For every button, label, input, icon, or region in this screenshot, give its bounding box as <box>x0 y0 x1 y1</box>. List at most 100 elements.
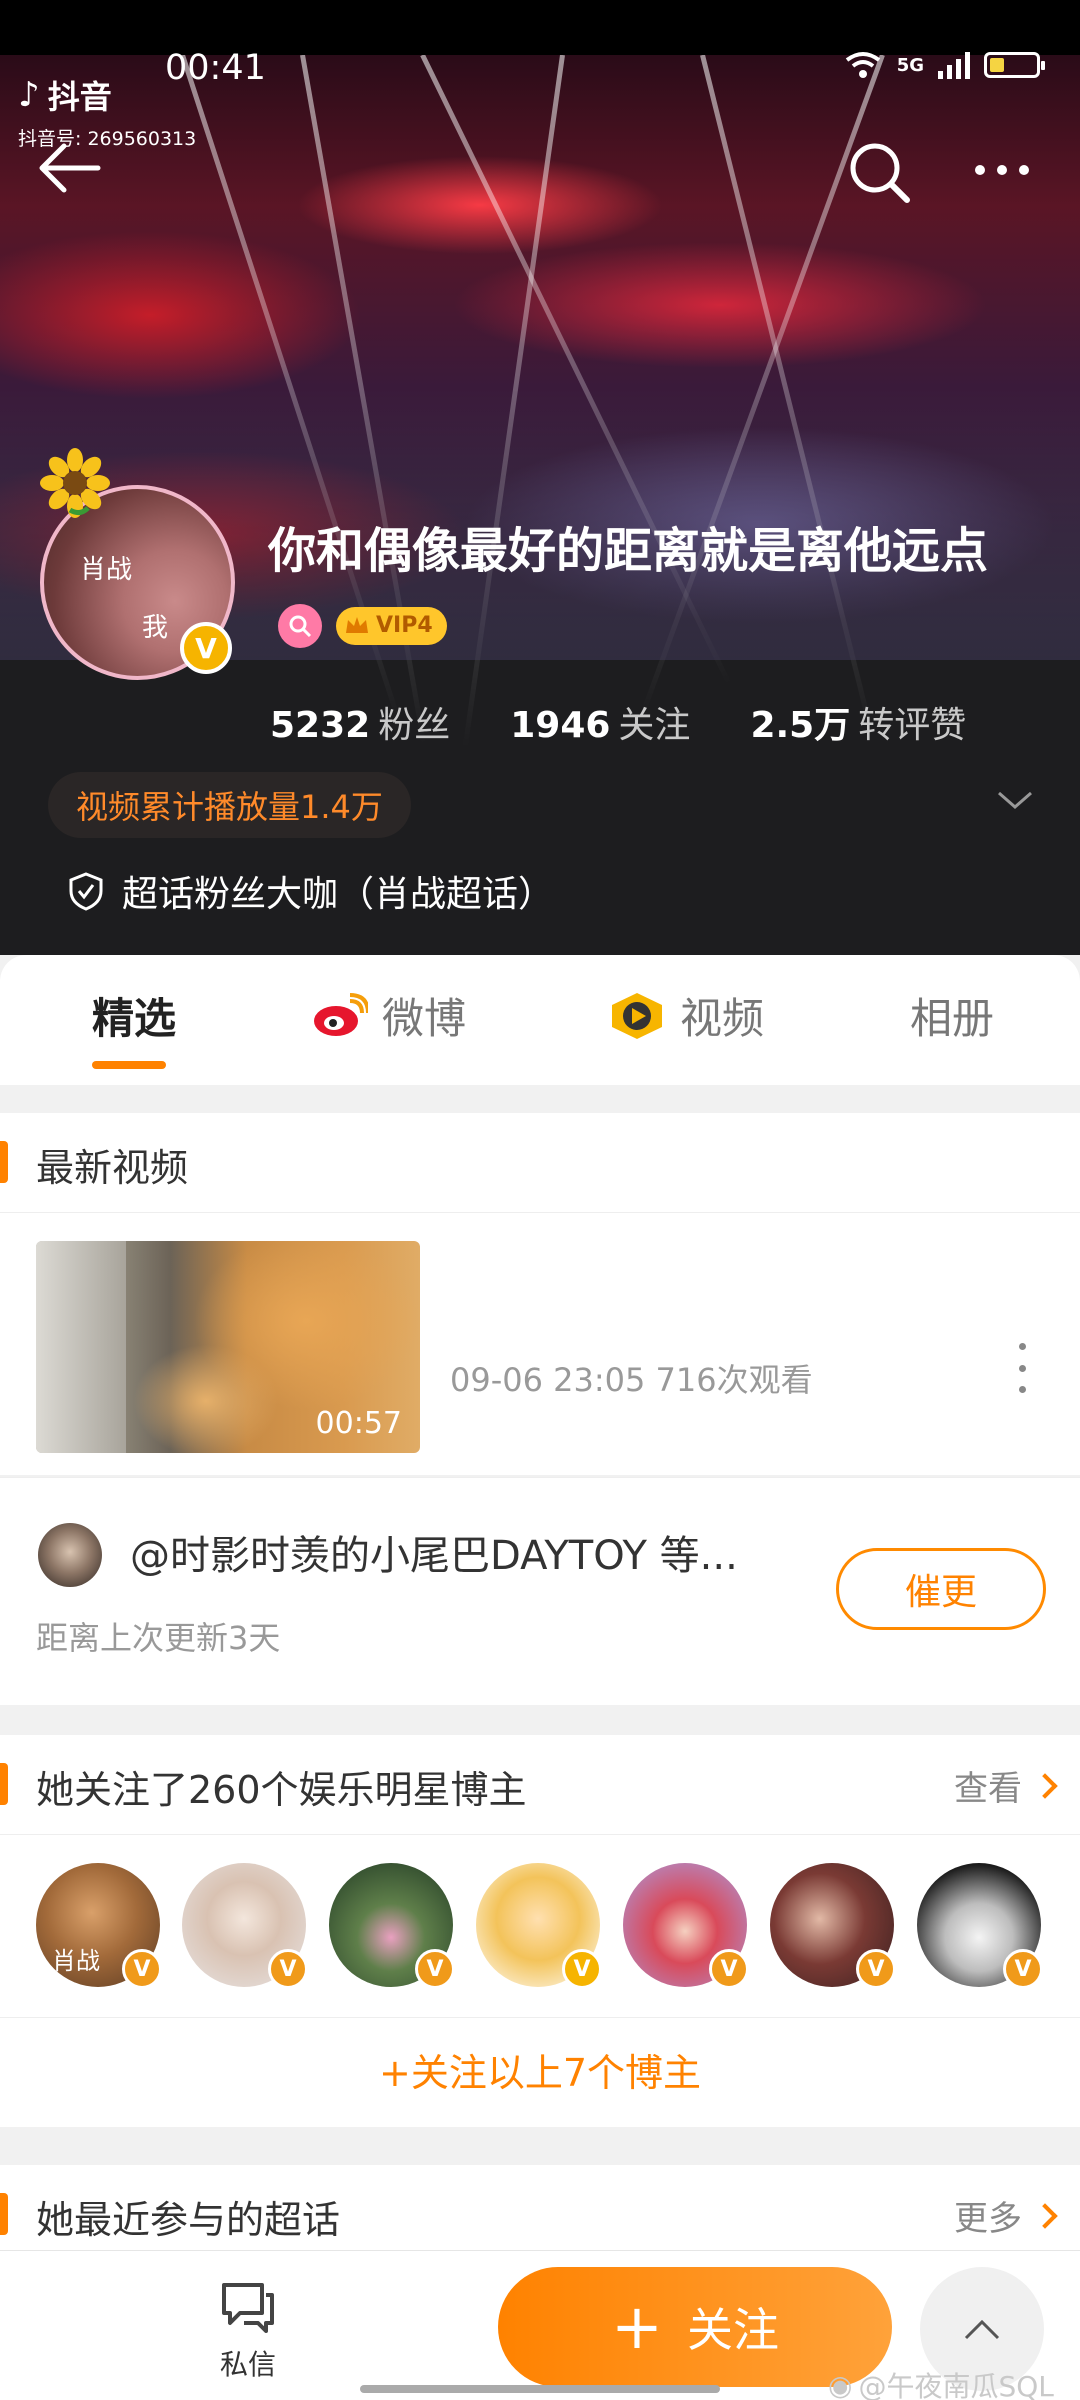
view-more-link[interactable]: 查看 <box>954 1761 1058 1810</box>
reminder-text: @时影时羡的小尾巴DAYTOY 等... <box>130 1533 738 1579</box>
avatar[interactable]: V <box>329 1863 455 1989</box>
battery-icon <box>984 52 1045 78</box>
watermark-text: @午夜南瓜SQL <box>858 2370 1054 2400</box>
tab-video[interactable]: 视频 <box>608 985 764 1046</box>
avatar[interactable] <box>38 1523 102 1587</box>
follow-all-button[interactable]: +关注以上7个博主 <box>0 2017 1080 2127</box>
video-icon <box>612 992 662 1039</box>
verified-badge-icon: V <box>562 1949 602 1989</box>
chevron-down-icon[interactable] <box>995 785 1035 815</box>
stat-label: 关注 <box>618 705 691 746</box>
verified-badge-icon: V <box>268 1949 308 1989</box>
section-title: 最新视频 <box>36 1146 189 1190</box>
verified-badge-icon: V <box>122 1949 162 1989</box>
video-more-button[interactable] <box>1012 1343 1032 1393</box>
plus-icon: + <box>611 2290 663 2363</box>
update-reminder: @时影时羡的小尾巴DAYTOY 等... 距离上次更新3天 催更 <box>0 1477 1080 1705</box>
stat-value: 1946 <box>510 705 611 746</box>
avatar[interactable]: V <box>623 1863 749 1989</box>
crown-icon <box>346 617 368 633</box>
verified-badge-icon: V <box>180 622 232 674</box>
weibo-watermark: ◉ @午夜南瓜SQL <box>828 2365 1054 2400</box>
profile-header: 00:41 5G ♪ 抖音 抖音号: 269560313 肖战 我 V 你和偶像… <box>0 0 1080 955</box>
douyin-app-name: 抖音 <box>47 78 112 116</box>
chevron-right-icon <box>1032 1772 1058 1799</box>
more-options-button[interactable] <box>975 150 1050 190</box>
view-more-label: 更多 <box>954 2199 1022 2239</box>
chevron-right-icon <box>1032 2202 1058 2229</box>
supertopic-badge[interactable]: 超话粉丝大咖（肖战超话） <box>68 865 554 917</box>
status-bar <box>0 0 1080 55</box>
network-label: 5G <box>896 54 924 76</box>
section-header: 她最近参与的超话 更多 <box>0 2165 1080 2250</box>
urge-update-button[interactable]: 催更 <box>836 1548 1046 1630</box>
tab-featured[interactable]: 精选 <box>92 985 176 1046</box>
avatar-text: 肖战 <box>80 555 133 585</box>
verified-badge-icon: V <box>1003 1949 1043 1989</box>
section-accent <box>0 1763 8 1805</box>
message-button[interactable]: 私信 <box>208 2281 288 2383</box>
avatar[interactable]: V <box>182 1863 308 1989</box>
video-meta: 09-06 23:05 716次观看 <box>450 1361 813 1399</box>
tab-label: 精选 <box>92 994 177 1043</box>
supertopics-section: 她最近参与的超话 更多 <box>0 2165 1080 2250</box>
tab-label: 相册 <box>910 994 995 1043</box>
chevron-up-icon <box>964 2319 1000 2340</box>
status-icons: 5G <box>843 50 1045 80</box>
section-header: 她关注了260个娱乐明星博主 查看 <box>0 1735 1080 1835</box>
dot-icon <box>975 165 985 175</box>
avatar[interactable]: V <box>770 1863 896 1989</box>
section-accent <box>0 2193 8 2235</box>
view-more-link[interactable]: 更多 <box>954 2191 1058 2240</box>
stat-value: 5232 <box>270 705 371 746</box>
avatar-text: 我 <box>142 613 169 643</box>
latest-videos-section: 最新视频 00:57 09-06 23:05 716次观看 <box>0 1113 1080 1475</box>
tab-bar: 精选 微博 视频 相册 <box>0 955 1080 1085</box>
shield-icon <box>69 872 103 911</box>
verified-badge-icon: V <box>709 1949 749 1989</box>
avatar[interactable]: V <box>917 1863 1043 1989</box>
level-badge-icon[interactable] <box>278 604 322 648</box>
vip-label: VIP4 <box>376 613 433 638</box>
wifi-icon <box>845 52 880 78</box>
stat-interactions[interactable]: 2.5万 转评赞 <box>750 696 966 748</box>
back-button[interactable] <box>34 138 104 198</box>
search-icon <box>850 143 910 203</box>
section-header: 最新视频 <box>0 1113 1080 1213</box>
stat-fans[interactable]: 5232 粉丝 <box>270 696 450 748</box>
dot-icon <box>997 165 1007 175</box>
avatar-text: 肖战 <box>52 1947 100 1975</box>
dot-icon <box>1019 165 1029 175</box>
video-thumbnail[interactable]: 00:57 <box>36 1241 420 1453</box>
profile-username: 你和偶像最好的距离就是离他远点 VIP4 <box>268 515 1058 659</box>
verified-badge-icon: V <box>415 1949 455 1989</box>
stat-label: 粉丝 <box>378 705 451 746</box>
signal-icon <box>938 51 970 79</box>
search-button[interactable] <box>845 138 915 208</box>
followed-avatars: 肖战 V V V V V V V <box>36 1863 1066 1989</box>
avatar[interactable]: 肖战 V <box>36 1863 162 1989</box>
view-more-label: 查看 <box>954 1769 1022 1809</box>
message-label: 私信 <box>219 2348 276 2381</box>
vip-badge[interactable]: VIP4 <box>336 607 447 645</box>
follow-label: 关注 <box>686 2303 779 2357</box>
home-indicator[interactable] <box>360 2385 720 2393</box>
section-accent <box>0 1141 8 1183</box>
profile-stats: 5232 粉丝 1946 关注 2.5万 转评赞 <box>270 696 966 748</box>
section-title: 她关注了260个娱乐明星博主 <box>36 1768 527 1812</box>
stat-following[interactable]: 1946 关注 <box>510 696 690 748</box>
arrow-left-icon <box>39 143 101 193</box>
weibo-logo-icon: ◉ <box>828 2368 853 2400</box>
sunflower-icon <box>40 448 110 518</box>
douyin-logo-icon: ♪ <box>18 75 40 115</box>
section-title: 她最近参与的超话 <box>36 2198 341 2242</box>
play-count-pill[interactable]: 视频累计播放量1.4万 <box>48 772 411 838</box>
avatar[interactable]: V <box>476 1863 602 1989</box>
verified-badge-icon: V <box>856 1949 896 1989</box>
active-tab-indicator <box>92 1061 166 1069</box>
following-stars-section: 她关注了260个娱乐明星博主 查看 肖战 V V V V V V V +关注以上… <box>0 1735 1080 2127</box>
bottom-action-bar: 私信 + 关注 ◉ @午夜南瓜SQL <box>0 2250 1080 2400</box>
tab-album[interactable]: 相册 <box>910 985 994 1046</box>
stat-value: 2.5万 <box>750 705 851 746</box>
tab-weibo[interactable]: 微博 <box>312 985 466 1046</box>
